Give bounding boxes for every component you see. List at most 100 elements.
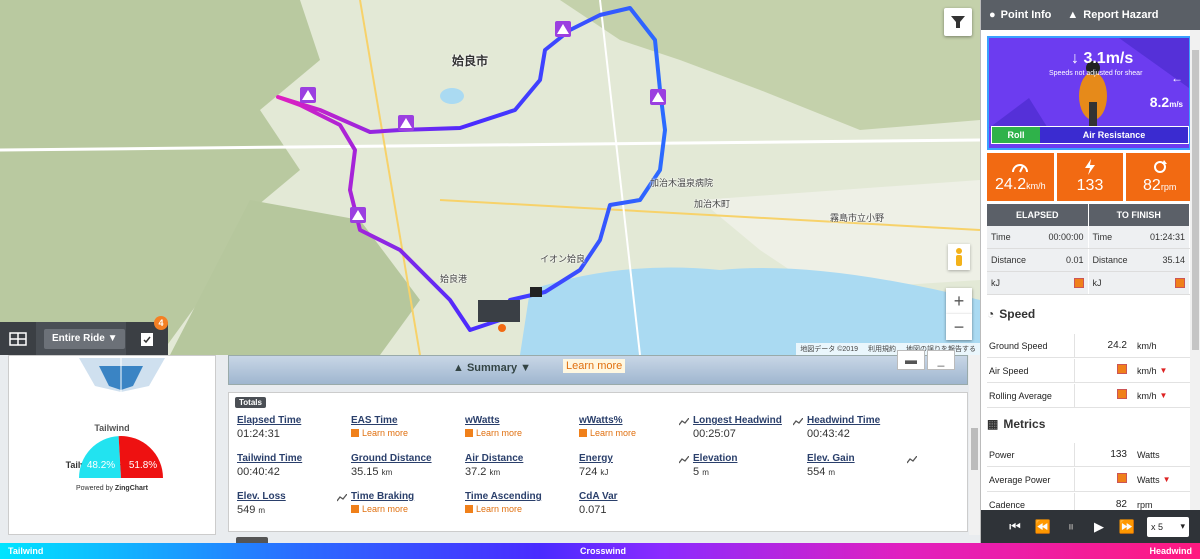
locked-value-icon[interactable] bbox=[1117, 473, 1127, 483]
metric-label[interactable]: Ground Distance bbox=[351, 453, 465, 464]
window-icon: ▬ bbox=[905, 353, 917, 367]
panel-minimize-button[interactable]: _ bbox=[927, 350, 955, 370]
lock-icon bbox=[579, 429, 587, 437]
main-scrollbar[interactable] bbox=[969, 355, 980, 535]
summary-toggle[interactable]: ▲ Summary ▼ bbox=[453, 362, 531, 374]
metric-unit: km bbox=[489, 468, 501, 477]
finish-distance: 35.14 bbox=[1162, 255, 1185, 265]
speed-row: Air Speed km/h ▼ bbox=[987, 358, 1190, 383]
elapsed-kj-icon[interactable] bbox=[1073, 278, 1084, 288]
skip-start-button[interactable]: ⏮ bbox=[1001, 510, 1029, 543]
learn-more-text: Learn more bbox=[476, 428, 523, 438]
metric-learn-more[interactable]: Learn more bbox=[579, 428, 693, 438]
tab-point-info[interactable]: ● Point Info bbox=[981, 0, 1059, 30]
side-scroll-thumb[interactable] bbox=[1192, 50, 1199, 350]
locked-value-icon[interactable] bbox=[1117, 364, 1127, 374]
pause-button[interactable]: ⏸ bbox=[1057, 510, 1085, 543]
metric-row: Power 133 Watts bbox=[987, 442, 1190, 467]
line-chart-icon[interactable] bbox=[336, 493, 348, 502]
metric-label[interactable]: wWatts bbox=[465, 415, 579, 426]
route-map[interactable]: 姶良市 加治木町 霧島市立小野 イオン姶良 姶良港 加治木温泉病院 + − 地図… bbox=[0, 0, 980, 355]
row-value: 133 bbox=[1110, 449, 1127, 460]
sort-down-icon: ▼ bbox=[1159, 366, 1168, 375]
metric-label[interactable]: Longest Headwind bbox=[693, 415, 807, 426]
rewind-button[interactable]: ⏪ bbox=[1029, 510, 1057, 543]
metric-13: Time Braking Learn more bbox=[351, 491, 465, 514]
metric-value-number: 724 bbox=[579, 466, 598, 478]
learn-more-text: Learn more bbox=[476, 504, 523, 514]
locked-value-icon[interactable] bbox=[1117, 389, 1127, 399]
metric-14: Time Ascending Learn more bbox=[465, 491, 579, 514]
metric-label[interactable]: Energy bbox=[579, 453, 693, 464]
metric-label[interactable]: wWatts% bbox=[579, 415, 693, 426]
metric-label[interactable]: Elevation bbox=[693, 453, 807, 464]
map-label-hospital: 加治木温泉病院 bbox=[650, 178, 714, 188]
finish-kj-label: kJ bbox=[1092, 278, 1102, 288]
side-panel: ● Point Info ▲ Report Hazard ← ↓ 3.1m/s Sp… bbox=[980, 0, 1200, 543]
metric-value-number: 5 bbox=[693, 466, 700, 478]
zoom-out-button[interactable]: − bbox=[946, 314, 972, 340]
metric-learn-more[interactable]: Learn more bbox=[465, 428, 579, 438]
learn-more-text: Learn more bbox=[362, 504, 409, 514]
metric-label[interactable]: Air Distance bbox=[465, 453, 579, 464]
chevron-down-icon: ▾ bbox=[1180, 521, 1185, 531]
gauge-icon: ◔ bbox=[987, 307, 995, 321]
metric-value-number: 01:24:31 bbox=[237, 428, 280, 440]
metric-label[interactable]: Time Ascending bbox=[465, 491, 579, 502]
metrics-title-text: Metrics bbox=[1003, 417, 1046, 431]
attrib-terms[interactable]: 利用規約 bbox=[868, 344, 896, 354]
crosswind-unit: m/s bbox=[1169, 100, 1183, 109]
playback-speed-select[interactable]: x 5 ▾ bbox=[1147, 516, 1189, 537]
metric-learn-more[interactable]: Learn more bbox=[465, 504, 579, 514]
street-view-pegman[interactable] bbox=[948, 244, 970, 270]
finish-time-label: Time bbox=[1092, 232, 1113, 242]
row-value bbox=[1075, 473, 1131, 486]
line-chart-icon[interactable] bbox=[678, 417, 690, 426]
metric-learn-more[interactable]: Learn more bbox=[351, 428, 465, 438]
metric-value: 5 m bbox=[693, 466, 807, 478]
metric-value: 01:24:31 bbox=[237, 428, 351, 440]
tab-point-info-label: Point Info bbox=[1000, 9, 1052, 21]
metric-label[interactable]: Elapsed Time bbox=[237, 415, 351, 426]
filter-button[interactable] bbox=[944, 8, 972, 36]
legend-tailwind: Tailwind bbox=[8, 546, 44, 556]
zoom-in-button[interactable]: + bbox=[946, 288, 972, 314]
line-chart-icon[interactable] bbox=[906, 455, 918, 464]
tab-report-hazard[interactable]: ▲ Report Hazard bbox=[1059, 0, 1166, 30]
headwind-slice[interactable] bbox=[118, 436, 163, 478]
row-unit-text: km/h bbox=[1137, 365, 1157, 376]
map-icon[interactable] bbox=[792, 417, 804, 426]
metric-value-number: 0.071 bbox=[579, 504, 607, 516]
metric-label[interactable]: EAS Time bbox=[351, 415, 465, 426]
metric-learn-more[interactable]: Learn more bbox=[351, 504, 465, 514]
metric-10: Elevation 5 m bbox=[693, 453, 807, 478]
metric-value: 554 m bbox=[807, 466, 921, 478]
side-scrollbar[interactable] bbox=[1190, 30, 1200, 510]
finish-kj-icon[interactable] bbox=[1175, 278, 1185, 288]
metric-value: 00:25:07 bbox=[693, 428, 807, 440]
metric-label[interactable]: Headwind Time bbox=[807, 415, 921, 426]
main-scroll-thumb[interactable] bbox=[971, 428, 978, 470]
map-label-city: 姶良市 bbox=[452, 54, 489, 68]
side-tabs: ● Point Info ▲ Report Hazard bbox=[981, 0, 1200, 30]
finish-distance-label: Distance bbox=[1092, 255, 1128, 265]
metric-label[interactable]: Tailwind Time bbox=[237, 453, 351, 464]
row-unit: Watts ▼ bbox=[1131, 475, 1186, 485]
line-chart-icon[interactable] bbox=[678, 455, 690, 464]
summary-learn-more[interactable]: Learn more bbox=[563, 359, 626, 373]
panel-window-button[interactable]: ▬ bbox=[897, 350, 925, 370]
cadence-tile-unit: rpm bbox=[1160, 182, 1177, 192]
metric-label[interactable]: Time Braking bbox=[351, 491, 465, 502]
fast-forward-button[interactable]: ⏩ bbox=[1113, 510, 1141, 543]
play-button[interactable]: ▶ bbox=[1085, 510, 1113, 543]
row-unit-text: km/h bbox=[1137, 390, 1157, 401]
metric-value: 0.071 bbox=[579, 504, 693, 516]
metric-label[interactable]: Elev. Gain bbox=[807, 453, 921, 464]
metric-label[interactable]: Elev. Loss bbox=[237, 491, 351, 502]
zingchart-link[interactable]: ZingChart bbox=[115, 485, 148, 492]
crosswind-speed: 8.2m/s bbox=[1150, 94, 1183, 110]
tailwind-slice[interactable] bbox=[79, 436, 121, 478]
metric-label[interactable]: CdA Var bbox=[579, 491, 693, 502]
layout-toggle-button[interactable] bbox=[0, 322, 36, 355]
range-select[interactable]: Entire Ride ▼ bbox=[44, 328, 126, 349]
